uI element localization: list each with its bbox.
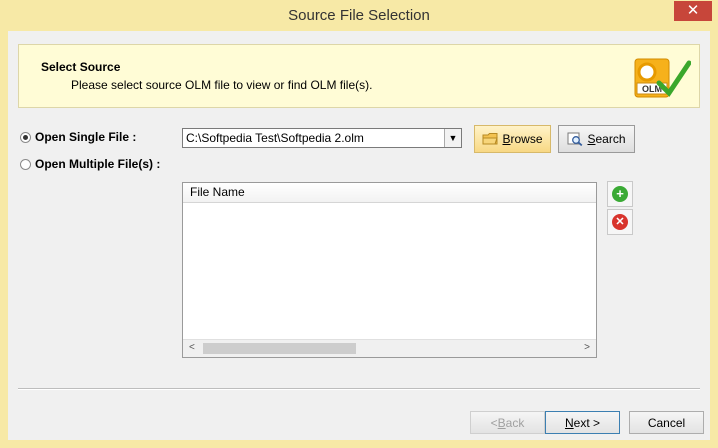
back-button[interactable]: < Back bbox=[470, 411, 545, 434]
horizontal-scrollbar[interactable]: < > bbox=[183, 339, 596, 357]
folder-icon bbox=[482, 133, 499, 145]
plus-icon: + bbox=[612, 186, 628, 202]
app-window: Source File Selection ✕ Select Source Pl… bbox=[0, 0, 718, 448]
open-single-file-radio[interactable]: Open Single File : bbox=[20, 130, 136, 144]
source-header-panel: Select Source Please select source OLM f… bbox=[18, 44, 700, 108]
add-file-button[interactable]: + bbox=[607, 181, 633, 207]
back-prefix: < bbox=[490, 415, 498, 430]
open-multiple-files-label: Open Multiple File(s) : bbox=[35, 157, 161, 171]
back-mnemonic: B bbox=[497, 415, 506, 430]
file-name-column-header[interactable]: File Name bbox=[183, 183, 596, 203]
scrollbar-thumb[interactable] bbox=[203, 343, 356, 354]
remove-icon: ✕ bbox=[612, 214, 628, 230]
window-title: Source File Selection bbox=[288, 7, 430, 24]
search-mnemonic: S bbox=[587, 132, 596, 146]
next-button[interactable]: Next > bbox=[545, 411, 620, 434]
open-multiple-files-radio[interactable]: Open Multiple File(s) : bbox=[20, 157, 160, 171]
open-single-file-label: Open Single File : bbox=[35, 130, 137, 144]
title-bar: Source File Selection ✕ bbox=[0, 0, 718, 31]
cancel-button[interactable]: Cancel bbox=[629, 411, 704, 434]
browse-button[interactable]: Browse bbox=[474, 125, 551, 153]
cancel-label: Cancel bbox=[647, 415, 686, 430]
file-path-combobox[interactable]: C:\Softpedia Test\Softpedia 2.olm ▼ bbox=[182, 128, 462, 148]
header-title: Select Source bbox=[41, 60, 121, 74]
scroll-left-icon[interactable]: < bbox=[189, 342, 195, 353]
remove-file-button[interactable]: ✕ bbox=[607, 209, 633, 235]
divider bbox=[18, 388, 700, 390]
olm-checkmark-icon: OLM bbox=[634, 58, 691, 98]
chevron-down-icon[interactable]: ▼ bbox=[444, 129, 461, 147]
browse-mnemonic: B bbox=[502, 132, 511, 146]
search-label: earch bbox=[595, 132, 626, 146]
scroll-right-icon[interactable]: > bbox=[584, 342, 590, 353]
header-description: Please select source OLM file to view or… bbox=[71, 78, 373, 92]
file-path-value: C:\Softpedia Test\Softpedia 2.olm bbox=[186, 131, 364, 145]
close-icon: ✕ bbox=[686, 2, 700, 19]
close-button[interactable]: ✕ bbox=[674, 1, 712, 21]
dialog-body: Select Source Please select source OLM f… bbox=[8, 31, 710, 440]
browse-label: rowse bbox=[510, 132, 543, 146]
file-list[interactable]: File Name < > bbox=[182, 182, 597, 358]
back-label: ack bbox=[505, 415, 525, 430]
next-label: ext > bbox=[573, 415, 601, 430]
search-icon bbox=[567, 132, 583, 146]
search-button[interactable]: Search bbox=[558, 125, 635, 153]
radio-unchecked-indicator bbox=[20, 158, 31, 170]
next-mnemonic: N bbox=[564, 415, 574, 430]
radio-checked-indicator bbox=[20, 131, 31, 143]
